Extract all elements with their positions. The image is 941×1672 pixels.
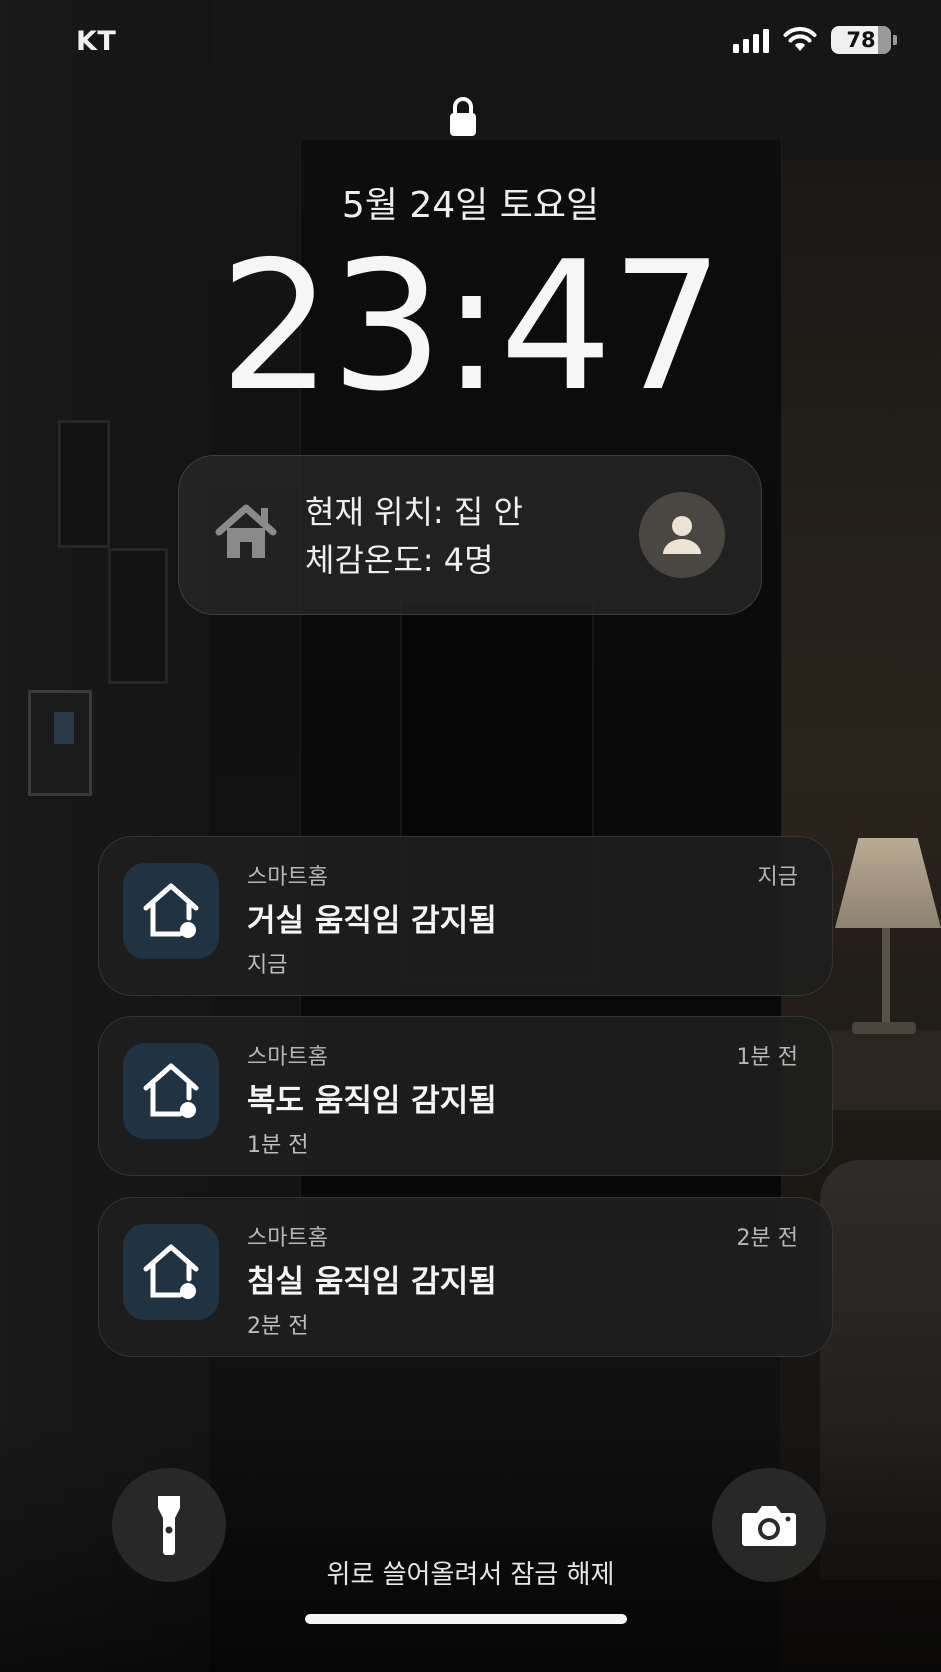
smart-home-icon [123,1224,219,1320]
battery-cap [893,35,897,45]
wallpaper-wall-panel [28,690,92,796]
signal-icon [733,27,769,53]
notification-subtitle: 1분 전 [247,1133,309,1158]
notification-app-name: 스마트홈 [247,1226,328,1251]
lock-time: 23:47 [219,223,724,430]
wallpaper-picture-frame [108,548,168,684]
notification-card[interactable]: 스마트홈 복도 움직임 감지됨 1분 전 1분 전 [98,1016,833,1176]
smart-home-icon [123,863,219,959]
notification-card[interactable]: 스마트홈 침실 움직임 감지됨 2분 전 2분 전 [98,1197,833,1357]
wifi-icon [783,27,817,51]
battery-icon: 78 [831,26,897,54]
widget-location: 현재 위치: 집 안 [305,493,523,531]
wallpaper-nightstand [830,1030,941,1110]
home-icon [215,504,277,558]
widget-text: 현재 위치: 집 안 체감온도: 4명 [305,488,523,584]
smart-home-icon [123,1043,219,1139]
notification-title: 거실 움직임 감지됨 [247,903,497,939]
home-indicator[interactable] [305,1614,627,1624]
lock-icon [450,97,476,136]
lock-screen: KT 78 5월 24일 토요일 23:47 현재 위치: 집 안 체감온도: … [0,0,941,1672]
notification-time: 지금 [757,865,798,890]
wallpaper-bed [820,1160,941,1580]
notification-time: 1분 전 [736,1045,798,1070]
battery-level-text: 78 [846,28,876,52]
status-icons: 78 [733,26,897,54]
status-carrier: KT [76,26,117,57]
flashlight-icon [158,1496,180,1555]
person-icon [663,516,701,554]
wallpaper-lamp-stem [882,928,890,1028]
notification-title: 침실 움직임 감지됨 [247,1264,497,1300]
battery-body: 78 [831,26,891,54]
notification-card[interactable]: 스마트홈 거실 움직임 감지됨 지금 지금 [98,836,833,996]
wallpaper-lamp-shade [835,838,941,928]
notification-app-name: 스마트홈 [247,865,328,890]
notification-time: 2분 전 [736,1226,798,1251]
notification-app-name: 스마트홈 [247,1045,328,1070]
avatar[interactable] [639,492,725,578]
wallpaper-lamp-base [852,1022,916,1034]
widget-feels-like: 체감온도: 4명 [305,541,494,579]
location-widget[interactable]: 현재 위치: 집 안 체감온도: 4명 [178,455,762,615]
unlock-hint: 위로 쓸어올려서 잠금 해제 [326,1560,615,1590]
lock-date: 5월 24일 토요일 [341,185,600,226]
wallpaper-panel-screen [54,712,74,744]
notification-title: 복도 움직임 감지됨 [247,1083,497,1119]
wallpaper-picture-frame [58,420,110,548]
battery-empty-portion [878,26,891,54]
camera-icon [742,1506,796,1546]
notification-subtitle: 지금 [247,953,288,978]
notification-subtitle: 2분 전 [247,1314,309,1339]
